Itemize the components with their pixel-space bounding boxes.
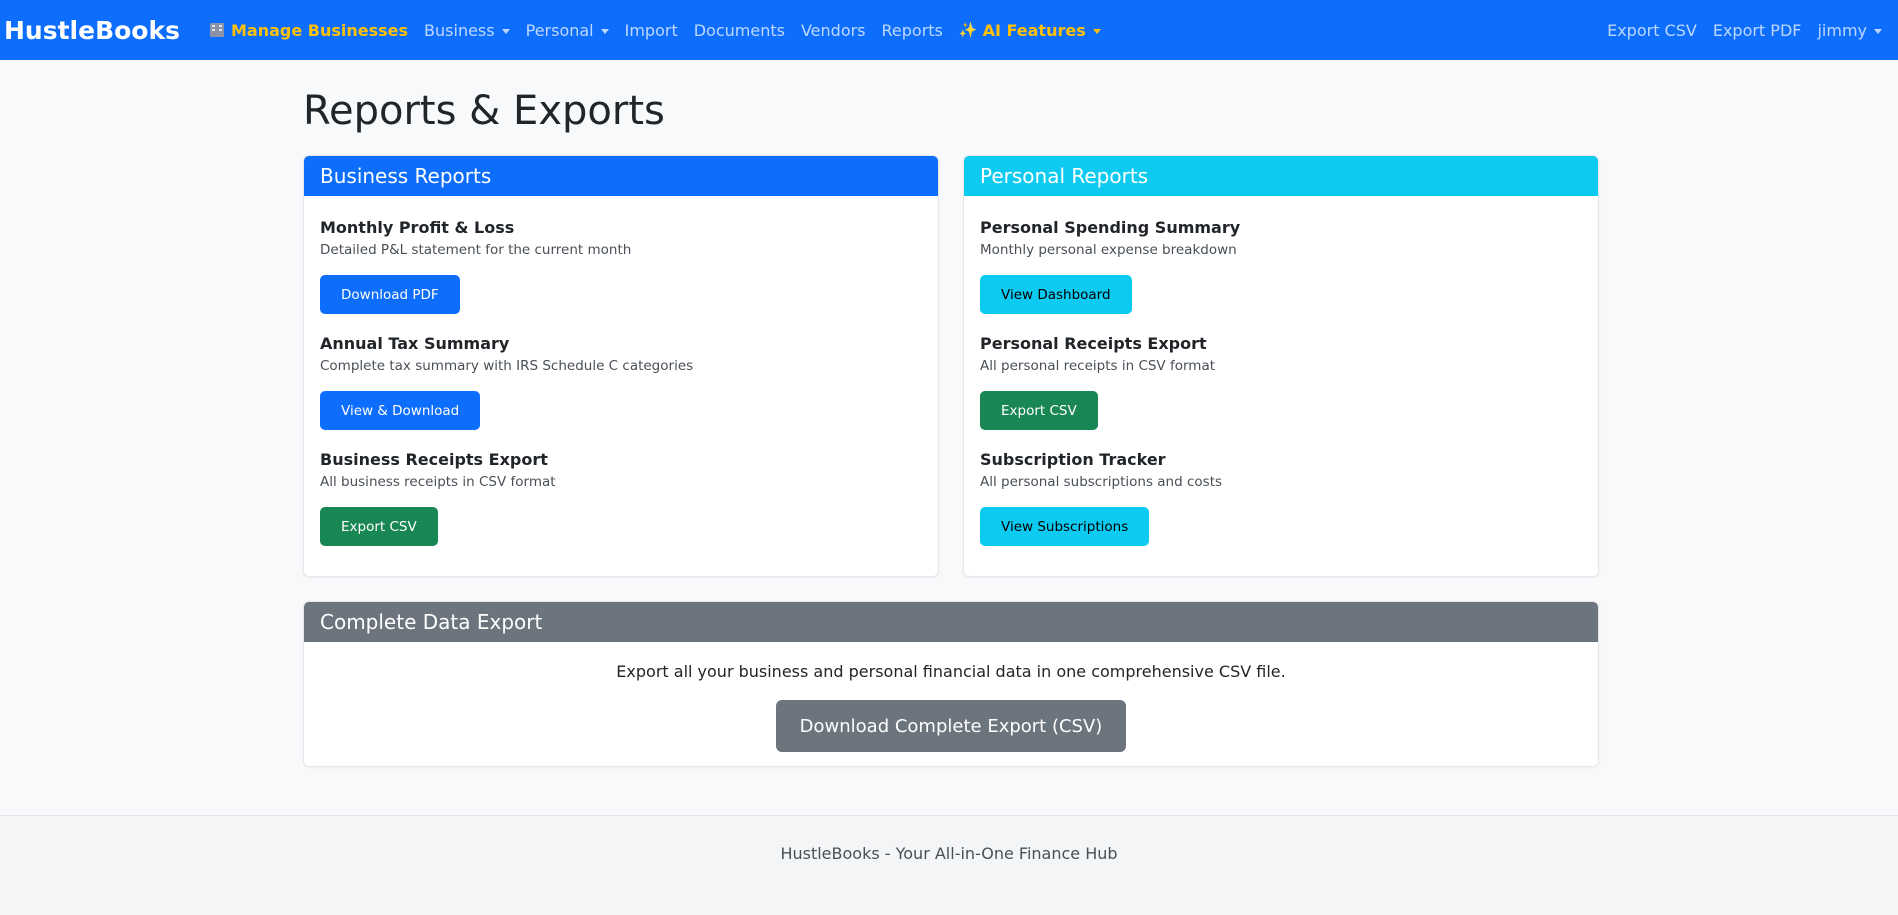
- chevron-down-icon: [600, 28, 609, 34]
- view-download-button[interactable]: View & Download: [320, 391, 481, 430]
- report-title: Business Receipts Export: [320, 450, 548, 469]
- complete-export-body: Export all your business and personal fi…: [304, 642, 1598, 752]
- personal-reports-body: Personal Spending Summary Monthly person…: [964, 196, 1598, 576]
- nav-personal-label: Personal: [525, 20, 594, 40]
- chevron-down-icon: [1874, 28, 1882, 34]
- business-reports-body: Monthly Profit & Loss Detailed P&L state…: [304, 196, 938, 576]
- reports-row: Business Reports Monthly Profit & Loss D…: [303, 155, 1599, 577]
- brand-logo[interactable]: HustleBooks: [4, 16, 180, 45]
- nav-ai-features-dropdown[interactable]: ✨ AI Features: [951, 21, 1109, 40]
- report-title: Annual Tax Summary: [320, 334, 510, 353]
- top-navbar: HustleBooks Manage Businesses Business P…: [0, 0, 1898, 60]
- report-description: All business receipts in CSV format: [320, 474, 556, 490]
- report-title: Monthly Profit & Loss: [320, 218, 515, 237]
- navbar-right: Export CSV Export PDF jimmy: [1599, 0, 1898, 60]
- report-item: Subscription Tracker All personal subscr…: [980, 450, 1582, 566]
- download-pdf-button[interactable]: Download PDF: [320, 275, 460, 314]
- main-content: Reports & Exports Business Reports Month…: [303, 60, 1599, 767]
- complete-export-header: Complete Data Export: [304, 602, 1598, 642]
- nav-business-dropdown[interactable]: Business: [416, 21, 518, 40]
- page-title: Reports & Exports: [303, 88, 665, 134]
- nav-export-csv[interactable]: Export CSV: [1599, 21, 1705, 40]
- business-export-csv-button[interactable]: Export CSV: [320, 507, 438, 546]
- personal-export-csv-button[interactable]: Export CSV: [980, 391, 1098, 430]
- nav-user-dropdown[interactable]: jimmy: [1809, 21, 1898, 40]
- page-footer: HustleBooks - Your All-in-One Finance Hu…: [0, 815, 1898, 915]
- nav-business-label: Business: [424, 20, 495, 40]
- business-reports-card: Business Reports Monthly Profit & Loss D…: [303, 155, 939, 577]
- sparkle-icon: ✨: [958, 21, 978, 39]
- personal-reports-card: Personal Reports Personal Spending Summa…: [963, 155, 1599, 577]
- view-subscriptions-button[interactable]: View Subscriptions: [980, 507, 1150, 546]
- report-title: Subscription Tracker: [980, 450, 1166, 469]
- report-description: Complete tax summary with IRS Schedule C…: [320, 358, 694, 374]
- view-dashboard-button[interactable]: View Dashboard: [980, 275, 1132, 314]
- report-title: Personal Receipts Export: [980, 334, 1207, 353]
- report-item: Monthly Profit & Loss Detailed P&L state…: [320, 218, 922, 334]
- nav-ai-features-label: AI Features: [982, 20, 1086, 40]
- chevron-down-icon: [1092, 28, 1101, 34]
- chevron-down-icon: [501, 28, 510, 34]
- building-icon: [210, 23, 224, 37]
- complete-export-card: Complete Data Export Export all your bus…: [303, 601, 1599, 767]
- user-name: jimmy: [1817, 20, 1867, 40]
- nav-manage-businesses-label: Manage Businesses: [231, 20, 409, 40]
- report-description: All personal receipts in CSV format: [980, 358, 1216, 374]
- navbar-left: HustleBooks Manage Businesses Business P…: [4, 16, 1109, 45]
- nav-reports[interactable]: Reports: [874, 21, 951, 40]
- report-description: Detailed P&L statement for the current m…: [320, 242, 632, 258]
- complete-export-description: Export all your business and personal fi…: [616, 662, 1286, 681]
- report-item: Personal Spending Summary Monthly person…: [980, 218, 1582, 334]
- footer-text: HustleBooks - Your All-in-One Finance Hu…: [780, 844, 1118, 863]
- report-item: Business Receipts Export All business re…: [320, 450, 922, 566]
- nav-vendors[interactable]: Vendors: [793, 21, 874, 40]
- nav-export-pdf[interactable]: Export PDF: [1705, 21, 1810, 40]
- nav-personal-dropdown[interactable]: Personal: [518, 21, 617, 40]
- nav-manage-businesses[interactable]: Manage Businesses: [202, 21, 416, 40]
- business-reports-header: Business Reports: [304, 156, 938, 196]
- report-description: All personal subscriptions and costs: [980, 474, 1223, 490]
- report-title: Personal Spending Summary: [980, 218, 1241, 237]
- nav-documents[interactable]: Documents: [686, 21, 793, 40]
- report-item: Annual Tax Summary Complete tax summary …: [320, 334, 922, 450]
- report-description: Monthly personal expense breakdown: [980, 242, 1237, 258]
- personal-reports-header: Personal Reports: [964, 156, 1598, 196]
- download-complete-export-button[interactable]: Download Complete Export (CSV): [775, 700, 1127, 752]
- nav-import[interactable]: Import: [617, 21, 686, 40]
- report-item: Personal Receipts Export All personal re…: [980, 334, 1582, 450]
